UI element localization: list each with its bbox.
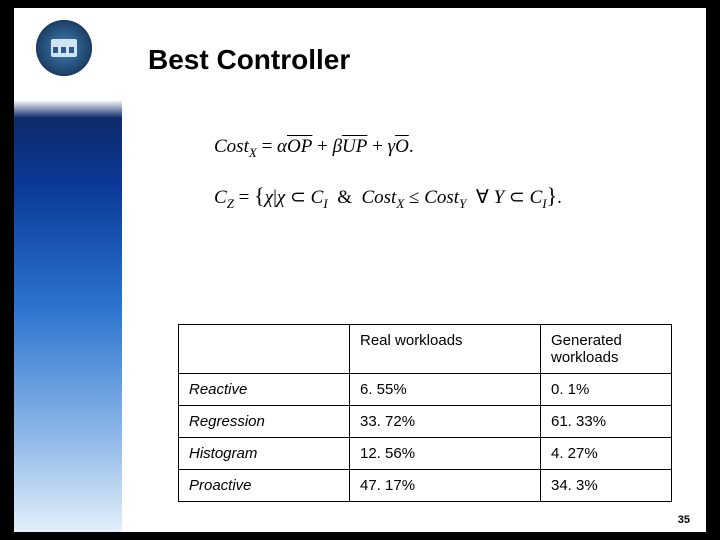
table-header-row: Real workloads Generated workloads <box>179 325 672 374</box>
row-name: Histogram <box>179 438 350 470</box>
table-row: Reactive 6. 55% 0. 1% <box>179 374 672 406</box>
col-generated: Generated workloads <box>541 325 672 374</box>
cell-gen: 4. 27% <box>541 438 672 470</box>
cell-gen: 34. 3% <box>541 470 672 502</box>
results-table-wrap: Real workloads Generated workloads React… <box>178 324 672 502</box>
results-table: Real workloads Generated workloads React… <box>178 324 672 502</box>
row-name: Proactive <box>179 470 350 502</box>
col-real: Real workloads <box>350 325 541 374</box>
cell-gen: 61. 33% <box>541 406 672 438</box>
cell-real: 6. 55% <box>350 374 541 406</box>
formula-cost: CostX = αOP + βUP + γO. <box>214 136 614 161</box>
formula-set: CZ = {χ|χ ⊂ CI & CostX ≤ CostY ∀ Y ⊂ CI}… <box>214 183 614 212</box>
cell-gen: 0. 1% <box>541 374 672 406</box>
row-name: Reactive <box>179 374 350 406</box>
table-row: Histogram 12. 56% 4. 27% <box>179 438 672 470</box>
content-area: Best Controller CostX = αOP + βUP + γO. … <box>138 8 698 532</box>
row-name: Regression <box>179 406 350 438</box>
table-row: Proactive 47. 17% 34. 3% <box>179 470 672 502</box>
page-number: 35 <box>678 514 690 526</box>
cell-real: 47. 17% <box>350 470 541 502</box>
table-row: Regression 33. 72% 61. 33% <box>179 406 672 438</box>
cell-real: 33. 72% <box>350 406 541 438</box>
formulas: CostX = αOP + βUP + γO. CZ = {χ|χ ⊂ CI &… <box>214 136 614 234</box>
slide: Best Controller CostX = αOP + βUP + γO. … <box>14 8 706 532</box>
page-title: Best Controller <box>148 44 350 76</box>
header-empty <box>179 325 350 374</box>
university-logo <box>36 20 92 76</box>
cell-real: 12. 56% <box>350 438 541 470</box>
logo-building-icon <box>51 39 77 57</box>
sidebar-gradient <box>14 8 122 532</box>
